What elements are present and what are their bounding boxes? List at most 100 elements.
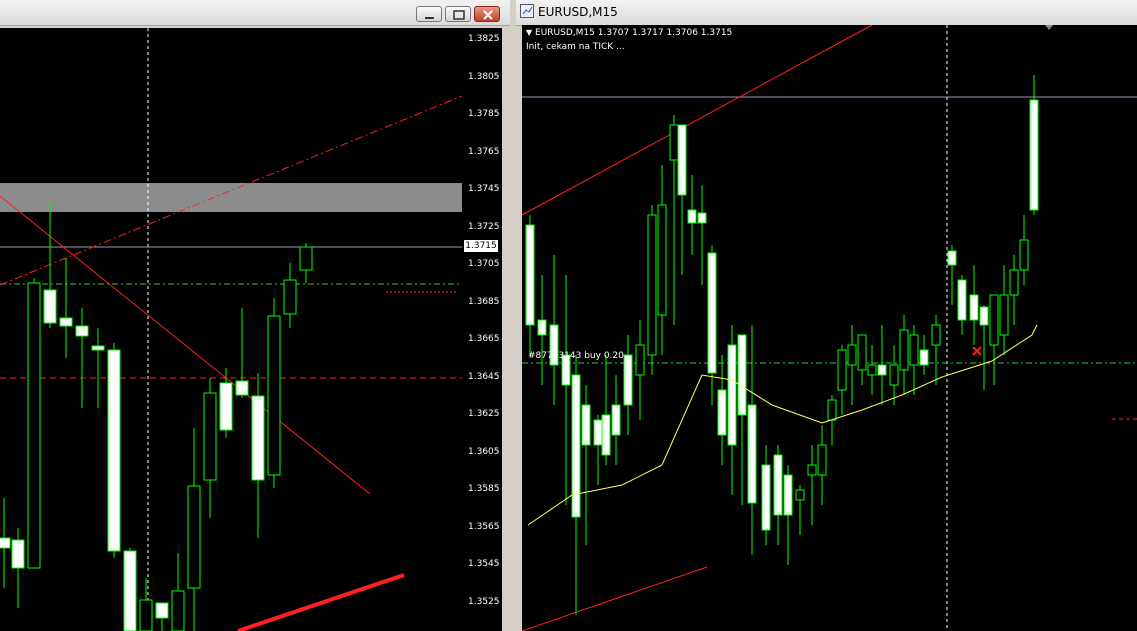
candle-body [737,334,747,416]
candle-body [677,124,687,196]
trend-line-down [0,195,371,495]
price-tick-label: 1.3525 [468,596,500,607]
candle-body [203,392,217,481]
candle-body [593,419,603,446]
channel-upper-line [522,25,873,216]
candle-body [989,294,999,346]
candle-body [867,364,877,376]
candle-body [1019,239,1029,271]
candle-body [235,380,249,396]
price-tick-label: 1.3625 [468,409,500,419]
price-tick-label: 1.3805 [468,71,500,82]
order-label: #87763143 buy 0.20 [528,351,624,361]
price-tick-label: 1.3785 [468,109,500,119]
candle-body [761,464,771,531]
maximize-button[interactable] [445,6,471,22]
right-chart-canvas[interactable] [522,25,1137,631]
candle-body [957,279,967,321]
price-tick-label: 1.3545 [468,559,500,569]
window-title: EURUSD,M15 [538,5,618,19]
candle-body [623,354,633,406]
candle-body [817,444,827,476]
candle-body [647,214,657,356]
left-titlebar[interactable] [0,0,510,26]
candle-body [251,395,265,481]
left-candles [0,203,313,631]
candle-body [219,382,233,431]
minimize-icon [425,17,434,19]
candle-body [795,489,805,501]
grey-zone [0,183,462,212]
price-tick-label: 1.3605 [468,446,500,457]
candle-body [267,315,281,476]
scroll-marker-icon [1045,25,1053,30]
candle-body [877,364,887,376]
candle-body [171,590,185,631]
chart-window-icon [520,4,534,18]
right-price-chart[interactable]: ▼ EURUSD,M15 1.3707 1.3717 1.3706 1.3715… [522,25,1137,631]
price-tick-label: 1.3745 [468,184,500,194]
candle-body [807,464,817,476]
price-tick-label: 1.3645 [468,371,500,382]
candle-body [979,306,989,326]
left-chart-canvas[interactable] [0,28,462,631]
candle-body [857,334,867,371]
candle-body [59,317,73,327]
candle-body [969,294,979,321]
price-tick-label: 1.3565 [468,521,500,532]
symbol-ohlc: EURUSD,M15 1.3707 1.3717 1.3706 1.3715 [535,28,733,38]
right-titlebar[interactable]: EURUSD,M15 [516,0,1137,26]
price-tick-label: 1.3765 [468,146,500,157]
candle-body [999,294,1009,336]
close-button[interactable] [474,6,500,22]
candle-body [187,485,201,589]
price-tick-label: 1.3665 [468,334,500,344]
price-tick-label: 1.3585 [468,484,500,494]
candle-body [899,329,909,371]
candle-body [0,537,11,549]
candle-body [687,209,697,224]
candle-body [611,404,621,436]
candle-body [581,404,591,446]
candle-body [889,364,899,386]
candle-body [299,246,313,271]
candle-body [669,124,679,161]
candle-body [139,599,153,631]
left-price-chart[interactable] [0,28,462,631]
candle-body [717,389,727,436]
candle-body [155,602,169,619]
current-price-tag: 1.3715 [464,240,498,252]
channel-lower-line [522,566,708,631]
minimize-button[interactable] [416,6,442,22]
candle-body [727,344,737,446]
candle-body [601,414,611,456]
left-chart-window[interactable]: 1.3825 1.3805 1.3785 1.3765 1.3745 1.3725 1.37… [0,0,510,631]
candle-body [783,474,793,516]
price-tick-label: 1.3725 [468,221,500,232]
chart-header: ▼ EURUSD,M15 1.3707 1.3717 1.3706 1.3715 [526,28,732,38]
price-tick-label: 1.3705 [468,259,500,269]
right-candles [525,75,1039,615]
candle-body [947,250,957,266]
candle-body [773,454,783,516]
right-chart-window[interactable]: EURUSD,M15 ▼ EURUSD,M15 1.3707 1.3717 1.… [516,0,1137,631]
candle-body [571,374,581,518]
close-marker-icon [972,346,982,356]
candle-body [931,324,941,346]
candle-body [747,404,757,504]
collapse-triangle-icon[interactable]: ▼ [526,28,532,37]
maximize-icon [453,10,465,20]
candle-body [919,349,929,366]
price-tick-label: 1.3825 [468,34,500,44]
close-icon [483,10,493,20]
candle-body [837,349,847,391]
candle-body [847,344,857,366]
candle-body [707,252,717,374]
status-line: Init, cekam na TICK ... [526,42,625,52]
trend-line-thick [237,573,405,631]
candle-body [635,344,645,376]
candle-body [827,399,837,421]
candle-body [123,550,137,631]
candle-body [657,204,667,316]
price-tick-label: 1.3685 [468,296,500,307]
